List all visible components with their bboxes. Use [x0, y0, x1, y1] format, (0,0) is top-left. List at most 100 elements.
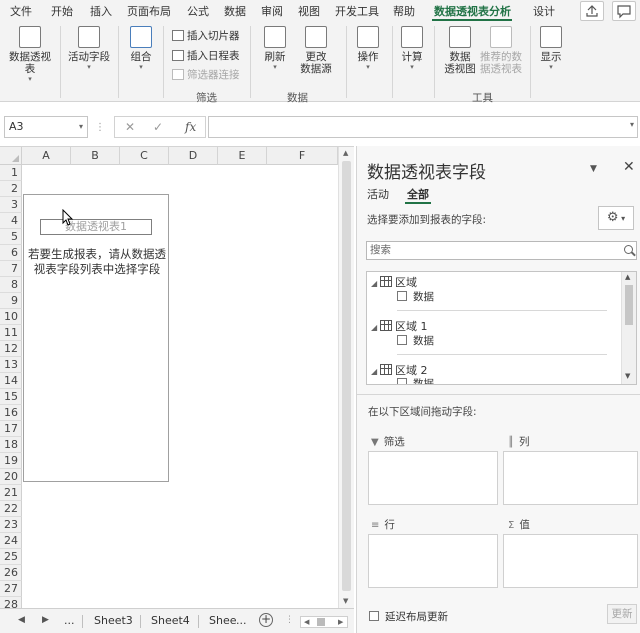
- row-header[interactable]: 20: [0, 469, 22, 485]
- collapse-icon[interactable]: ◢: [371, 323, 377, 332]
- scroll-up-icon[interactable]: ▲: [625, 273, 630, 281]
- field-search-input[interactable]: 搜索: [366, 241, 637, 260]
- sheet-tab-more-left[interactable]: ...: [64, 614, 75, 627]
- column-header[interactable]: A: [22, 147, 71, 165]
- field-list-scrollbar[interactable]: ▲ ▼: [621, 272, 636, 384]
- row-header[interactable]: 2: [0, 181, 22, 197]
- row-header[interactable]: 23: [0, 517, 22, 533]
- row-header[interactable]: 25: [0, 549, 22, 565]
- row-header[interactable]: 6: [0, 245, 22, 261]
- filter-connections-button[interactable]: 筛选器连接: [172, 67, 240, 82]
- enter-icon[interactable]: ✓: [153, 120, 163, 134]
- pivot-table-placeholder[interactable]: 数据透视表1 若要生成报表，请从数据透视表字段列表中选择字段: [23, 194, 169, 482]
- row-header[interactable]: 10: [0, 309, 22, 325]
- table-node[interactable]: ◢ 区域: [371, 274, 417, 290]
- show-button[interactable]: 显示 ▾: [536, 26, 566, 71]
- scroll-right-icon[interactable]: ▶: [338, 617, 343, 627]
- filters-drop-area[interactable]: [368, 451, 498, 505]
- defer-layout-update[interactable]: 延迟布局更新: [369, 609, 448, 624]
- tab-page-layout[interactable]: 页面布局: [127, 3, 171, 19]
- change-data-source-button[interactable]: 更改 数据源: [294, 26, 338, 75]
- tab-file[interactable]: 文件: [10, 3, 32, 19]
- next-sheet-icon[interactable]: ▶: [42, 615, 49, 625]
- column-header[interactable]: F: [267, 147, 338, 165]
- pivottable-button[interactable]: 数据透视表 ▾: [4, 26, 56, 83]
- scroll-down-icon[interactable]: ▼: [343, 597, 348, 605]
- insert-timeline-button[interactable]: 插入日程表: [172, 48, 240, 63]
- field-checkbox[interactable]: [397, 378, 407, 384]
- tab-insert[interactable]: 插入: [90, 3, 112, 19]
- row-header[interactable]: 3: [0, 197, 22, 213]
- row-header[interactable]: 17: [0, 421, 22, 437]
- field-item[interactable]: 数据: [397, 333, 434, 348]
- scroll-down-icon[interactable]: ▼: [625, 372, 630, 380]
- formula-input[interactable]: [208, 116, 638, 138]
- column-header[interactable]: C: [120, 147, 169, 165]
- row-header[interactable]: 13: [0, 357, 22, 373]
- horizontal-scrollbar[interactable]: ◀ ▶: [300, 616, 348, 628]
- vertical-scrollbar[interactable]: ▲ ▼: [338, 147, 354, 609]
- scroll-thumb[interactable]: [625, 285, 633, 325]
- sheet-tab[interactable]: Shee: [209, 614, 237, 627]
- column-header[interactable]: E: [218, 147, 267, 165]
- scroll-thumb[interactable]: [317, 618, 325, 626]
- select-all-button[interactable]: [0, 147, 22, 165]
- scroll-thumb[interactable]: [342, 161, 351, 591]
- tab-active-fields[interactable]: 活动: [367, 186, 389, 202]
- share-button[interactable]: [580, 1, 604, 21]
- collapse-icon[interactable]: ◢: [371, 279, 377, 288]
- tab-design[interactable]: 设计: [533, 3, 555, 19]
- tab-pivottable-analyze[interactable]: 数据透视表分析: [434, 3, 511, 19]
- tab-home[interactable]: 开始: [51, 3, 73, 19]
- row-header[interactable]: 4: [0, 213, 22, 229]
- row-header[interactable]: 11: [0, 325, 22, 341]
- column-header[interactable]: B: [71, 147, 120, 165]
- cancel-icon[interactable]: ✕: [125, 120, 135, 134]
- row-header[interactable]: 7: [0, 261, 22, 277]
- row-header[interactable]: 16: [0, 405, 22, 421]
- row-header[interactable]: 9: [0, 293, 22, 309]
- row-header[interactable]: 15: [0, 389, 22, 405]
- expand-formula-bar-icon[interactable]: ▾: [630, 120, 634, 129]
- scroll-up-icon[interactable]: ▲: [343, 149, 348, 157]
- update-button[interactable]: 更新: [607, 604, 637, 624]
- table-node[interactable]: ◢ 区域 1: [371, 318, 428, 334]
- tab-developer[interactable]: 开发工具: [335, 3, 379, 19]
- name-box[interactable]: A3 ▾: [4, 116, 88, 138]
- field-item[interactable]: 数据: [397, 289, 434, 304]
- sheet-tab-more-right[interactable]: ...: [236, 614, 247, 627]
- worksheet-grid[interactable]: A B C D E F 1 2 3 4 5 6 7 8 9 10 11 12 13 14 15 16 17 18 1…: [0, 146, 354, 633]
- field-list-settings-button[interactable]: ⚙ ▾: [598, 206, 634, 230]
- drag-handle-icon[interactable]: ⋮: [95, 122, 105, 133]
- row-header[interactable]: 22: [0, 501, 22, 517]
- row-header[interactable]: 5: [0, 229, 22, 245]
- scroll-left-icon[interactable]: ◀: [304, 617, 309, 627]
- row-header[interactable]: 14: [0, 373, 22, 389]
- pivotchart-button[interactable]: 数据 透视图: [440, 26, 480, 75]
- columns-drop-area[interactable]: [503, 451, 638, 505]
- field-checkbox[interactable]: [397, 291, 407, 301]
- row-header[interactable]: 12: [0, 341, 22, 357]
- row-header[interactable]: 26: [0, 565, 22, 581]
- row-header[interactable]: 1: [0, 165, 22, 181]
- recommended-pivottables-button[interactable]: 推荐的数 据透视表: [478, 26, 524, 75]
- tab-all-fields[interactable]: 全部: [407, 186, 429, 202]
- drag-handle-icon[interactable]: ⋮: [285, 615, 294, 625]
- field-checkbox[interactable]: [397, 335, 407, 345]
- close-icon[interactable]: ✕: [623, 159, 635, 175]
- tab-view[interactable]: 视图: [298, 3, 320, 19]
- row-header[interactable]: 27: [0, 581, 22, 597]
- tab-formulas[interactable]: 公式: [187, 3, 209, 19]
- sheet-tab[interactable]: Sheet4: [151, 614, 190, 627]
- column-header[interactable]: D: [169, 147, 218, 165]
- row-header[interactable]: 18: [0, 437, 22, 453]
- defer-checkbox[interactable]: [369, 611, 379, 621]
- add-sheet-button[interactable]: +: [259, 613, 273, 627]
- active-field-button[interactable]: 活动字段 ▾: [66, 26, 112, 71]
- comments-button[interactable]: [612, 1, 636, 21]
- refresh-button[interactable]: 刷新 ▾: [258, 26, 292, 71]
- rows-drop-area[interactable]: [368, 534, 498, 588]
- pane-divider[interactable]: [357, 394, 640, 395]
- row-header[interactable]: 21: [0, 485, 22, 501]
- actions-button[interactable]: 操作 ▾: [352, 26, 384, 71]
